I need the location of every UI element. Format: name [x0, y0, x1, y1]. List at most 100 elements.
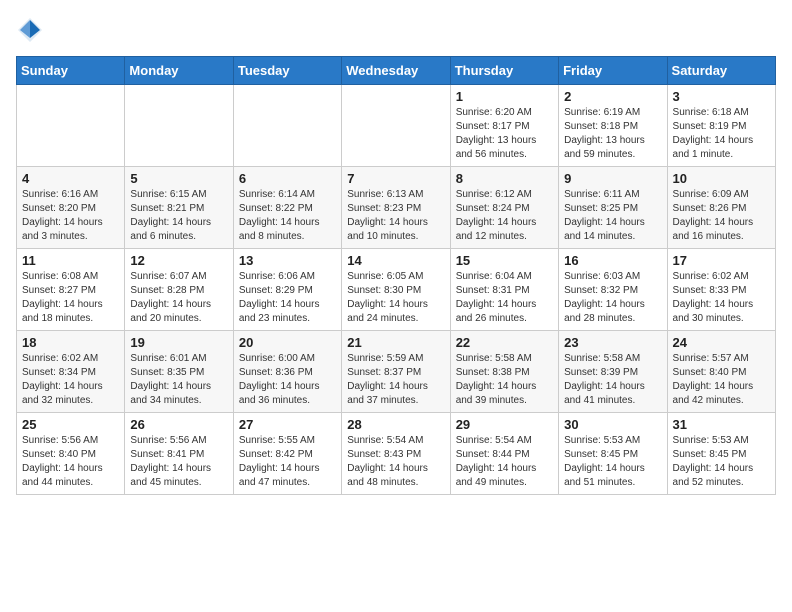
day-number: 30 [564, 417, 661, 432]
day-info: Sunrise: 6:05 AM Sunset: 8:30 PM Dayligh… [347, 270, 444, 326]
day-info: Sunrise: 6:06 AM Sunset: 8:29 PM Dayligh… [239, 270, 336, 326]
day-cell: 15 Sunrise: 6:04 AM Sunset: 8:31 PM Dayli… [450, 249, 558, 331]
day-cell: 14 Sunrise: 6:05 AM Sunset: 8:30 PM Dayli… [342, 249, 450, 331]
day-number: 27 [239, 417, 336, 432]
day-info: Sunrise: 6:12 AM Sunset: 8:24 PM Dayligh… [456, 188, 553, 244]
logo [16, 16, 48, 44]
day-header-friday: Friday [559, 57, 667, 85]
day-header-wednesday: Wednesday [342, 57, 450, 85]
day-info: Sunrise: 5:58 AM Sunset: 8:38 PM Dayligh… [456, 352, 553, 408]
day-cell: 23 Sunrise: 5:58 AM Sunset: 8:39 PM Dayli… [559, 331, 667, 413]
day-cell: 8 Sunrise: 6:12 AM Sunset: 8:24 PM Daylig… [450, 167, 558, 249]
day-number: 1 [456, 89, 553, 104]
logo-icon [16, 16, 44, 44]
day-cell: 17 Sunrise: 6:02 AM Sunset: 8:33 PM Dayli… [667, 249, 775, 331]
day-cell: 9 Sunrise: 6:11 AM Sunset: 8:25 PM Daylig… [559, 167, 667, 249]
day-header-thursday: Thursday [450, 57, 558, 85]
day-number: 6 [239, 171, 336, 186]
day-number: 2 [564, 89, 661, 104]
day-header-sunday: Sunday [17, 57, 125, 85]
day-info: Sunrise: 5:56 AM Sunset: 8:40 PM Dayligh… [22, 434, 119, 490]
day-number: 7 [347, 171, 444, 186]
day-info: Sunrise: 6:08 AM Sunset: 8:27 PM Dayligh… [22, 270, 119, 326]
day-cell [233, 85, 341, 167]
day-number: 9 [564, 171, 661, 186]
day-info: Sunrise: 6:02 AM Sunset: 8:33 PM Dayligh… [673, 270, 770, 326]
day-cell: 2 Sunrise: 6:19 AM Sunset: 8:18 PM Daylig… [559, 85, 667, 167]
day-info: Sunrise: 6:18 AM Sunset: 8:19 PM Dayligh… [673, 106, 770, 162]
day-number: 20 [239, 335, 336, 350]
day-info: Sunrise: 5:58 AM Sunset: 8:39 PM Dayligh… [564, 352, 661, 408]
day-number: 10 [673, 171, 770, 186]
day-number: 13 [239, 253, 336, 268]
day-number: 15 [456, 253, 553, 268]
day-info: Sunrise: 5:53 AM Sunset: 8:45 PM Dayligh… [564, 434, 661, 490]
week-row-1: 1 Sunrise: 6:20 AM Sunset: 8:17 PM Daylig… [17, 85, 776, 167]
day-info: Sunrise: 6:14 AM Sunset: 8:22 PM Dayligh… [239, 188, 336, 244]
day-number: 3 [673, 89, 770, 104]
day-info: Sunrise: 6:09 AM Sunset: 8:26 PM Dayligh… [673, 188, 770, 244]
day-number: 18 [22, 335, 119, 350]
day-info: Sunrise: 6:03 AM Sunset: 8:32 PM Dayligh… [564, 270, 661, 326]
day-number: 19 [130, 335, 227, 350]
day-number: 16 [564, 253, 661, 268]
day-cell: 19 Sunrise: 6:01 AM Sunset: 8:35 PM Dayli… [125, 331, 233, 413]
day-info: Sunrise: 6:00 AM Sunset: 8:36 PM Dayligh… [239, 352, 336, 408]
day-number: 4 [22, 171, 119, 186]
day-cell: 4 Sunrise: 6:16 AM Sunset: 8:20 PM Daylig… [17, 167, 125, 249]
day-info: Sunrise: 6:13 AM Sunset: 8:23 PM Dayligh… [347, 188, 444, 244]
day-number: 11 [22, 253, 119, 268]
day-cell: 24 Sunrise: 5:57 AM Sunset: 8:40 PM Dayli… [667, 331, 775, 413]
day-cell: 20 Sunrise: 6:00 AM Sunset: 8:36 PM Dayli… [233, 331, 341, 413]
day-info: Sunrise: 6:02 AM Sunset: 8:34 PM Dayligh… [22, 352, 119, 408]
day-cell: 6 Sunrise: 6:14 AM Sunset: 8:22 PM Daylig… [233, 167, 341, 249]
day-info: Sunrise: 6:15 AM Sunset: 8:21 PM Dayligh… [130, 188, 227, 244]
day-cell: 1 Sunrise: 6:20 AM Sunset: 8:17 PM Daylig… [450, 85, 558, 167]
day-info: Sunrise: 6:16 AM Sunset: 8:20 PM Dayligh… [22, 188, 119, 244]
day-number: 24 [673, 335, 770, 350]
day-info: Sunrise: 6:11 AM Sunset: 8:25 PM Dayligh… [564, 188, 661, 244]
week-row-2: 4 Sunrise: 6:16 AM Sunset: 8:20 PM Daylig… [17, 167, 776, 249]
day-number: 26 [130, 417, 227, 432]
day-number: 8 [456, 171, 553, 186]
week-row-3: 11 Sunrise: 6:08 AM Sunset: 8:27 PM Dayli… [17, 249, 776, 331]
day-cell [17, 85, 125, 167]
day-cell: 28 Sunrise: 5:54 AM Sunset: 8:43 PM Dayli… [342, 413, 450, 495]
day-info: Sunrise: 5:57 AM Sunset: 8:40 PM Dayligh… [673, 352, 770, 408]
week-row-5: 25 Sunrise: 5:56 AM Sunset: 8:40 PM Dayli… [17, 413, 776, 495]
page-header [16, 16, 776, 44]
day-info: Sunrise: 6:20 AM Sunset: 8:17 PM Dayligh… [456, 106, 553, 162]
day-cell: 31Sunrise: 5:53 AM Sunset: 8:45 PM Dayli… [667, 413, 775, 495]
day-header-saturday: Saturday [667, 57, 775, 85]
day-cell: 22 Sunrise: 5:58 AM Sunset: 8:38 PM Dayli… [450, 331, 558, 413]
day-info: Sunrise: 6:01 AM Sunset: 8:35 PM Dayligh… [130, 352, 227, 408]
day-number: 17 [673, 253, 770, 268]
day-header-tuesday: Tuesday [233, 57, 341, 85]
day-cell: 26Sunrise: 5:56 AM Sunset: 8:41 PM Dayli… [125, 413, 233, 495]
day-cell: 13 Sunrise: 6:06 AM Sunset: 8:29 PM Dayli… [233, 249, 341, 331]
day-info: Sunrise: 5:55 AM Sunset: 8:42 PM Dayligh… [239, 434, 336, 490]
day-number: 28 [347, 417, 444, 432]
day-cell: 10 Sunrise: 6:09 AM Sunset: 8:26 PM Dayli… [667, 167, 775, 249]
day-number: 23 [564, 335, 661, 350]
day-info: Sunrise: 5:59 AM Sunset: 8:37 PM Dayligh… [347, 352, 444, 408]
day-cell: 16 Sunrise: 6:03 AM Sunset: 8:32 PM Dayli… [559, 249, 667, 331]
day-info: Sunrise: 6:19 AM Sunset: 8:18 PM Dayligh… [564, 106, 661, 162]
day-cell: 27 Sunrise: 5:55 AM Sunset: 8:42 PM Dayli… [233, 413, 341, 495]
day-number: 25 [22, 417, 119, 432]
day-cell [342, 85, 450, 167]
week-row-4: 18 Sunrise: 6:02 AM Sunset: 8:34 PM Dayli… [17, 331, 776, 413]
day-cell: 11 Sunrise: 6:08 AM Sunset: 8:27 PM Dayli… [17, 249, 125, 331]
day-number: 12 [130, 253, 227, 268]
day-header-monday: Monday [125, 57, 233, 85]
day-number: 29 [456, 417, 553, 432]
day-number: 22 [456, 335, 553, 350]
day-number: 21 [347, 335, 444, 350]
day-number: 31 [673, 417, 770, 432]
day-cell: 5Sunrise: 6:15 AM Sunset: 8:21 PM Daylig… [125, 167, 233, 249]
day-cell: 18 Sunrise: 6:02 AM Sunset: 8:34 PM Dayli… [17, 331, 125, 413]
day-info: Sunrise: 5:54 AM Sunset: 8:43 PM Dayligh… [347, 434, 444, 490]
calendar-table: SundayMondayTuesdayWednesdayThursdayFrid… [16, 56, 776, 495]
day-number: 14 [347, 253, 444, 268]
day-info: Sunrise: 6:04 AM Sunset: 8:31 PM Dayligh… [456, 270, 553, 326]
